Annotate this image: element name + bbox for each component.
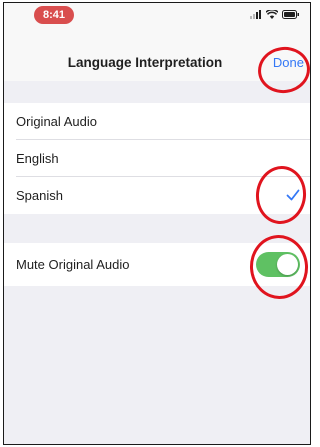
mute-original-audio-label: Mute Original Audio	[16, 257, 130, 272]
language-option-label: English	[16, 151, 59, 166]
signal-icon	[250, 9, 261, 19]
wifi-icon	[266, 9, 278, 19]
language-option-original-audio[interactable]: Original Audio	[4, 103, 310, 140]
language-option-english[interactable]: English	[4, 140, 310, 177]
done-button[interactable]: Done	[273, 55, 304, 70]
status-icons	[250, 9, 300, 19]
empty-area	[4, 286, 310, 444]
section-spacer	[4, 81, 310, 103]
language-option-spanish[interactable]: Spanish	[4, 177, 310, 214]
toggle-knob	[277, 254, 298, 275]
navigation-bar: Language Interpretation Done	[4, 25, 310, 81]
section-spacer	[4, 214, 310, 243]
language-option-label: Spanish	[16, 188, 63, 203]
status-time: 8:41	[34, 6, 74, 24]
mute-original-audio-row: Mute Original Audio	[4, 243, 310, 286]
mute-original-audio-toggle[interactable]	[256, 252, 300, 277]
status-bar: 8:41	[4, 3, 310, 25]
language-option-label: Original Audio	[16, 114, 97, 129]
checkmark-icon	[286, 189, 300, 201]
phone-screen: 8:41 Language Interpretation Done Origin…	[3, 2, 311, 445]
page-title: Language Interpretation	[67, 55, 223, 70]
battery-icon	[282, 9, 299, 19]
